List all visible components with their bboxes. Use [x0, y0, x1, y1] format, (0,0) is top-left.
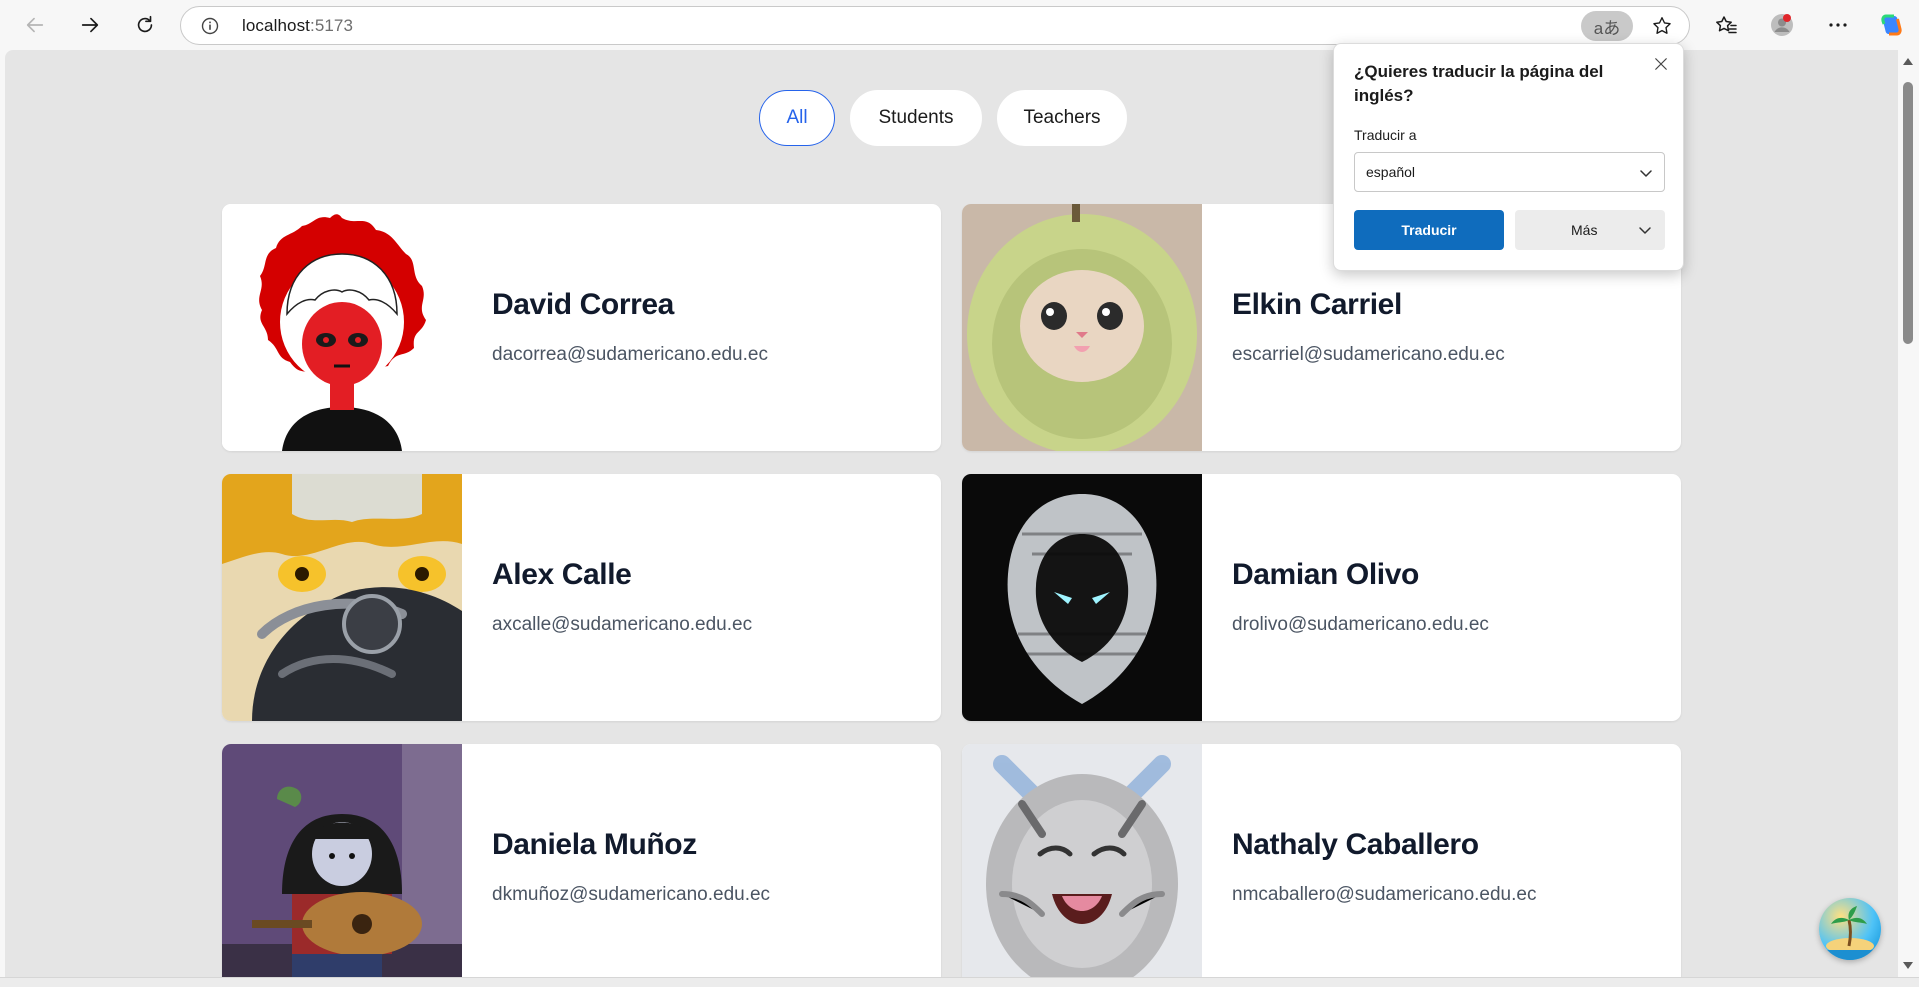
beach-island-icon [1819, 906, 1881, 960]
person-email: drolivo@sudamericano.edu.ec [1232, 614, 1489, 635]
person-name: Damian Olivo [1232, 558, 1419, 591]
person-name: Elkin Carriel [1232, 288, 1402, 321]
person-card[interactable]: Damian Olivo drolivo@sudamericano.edu.ec [962, 474, 1681, 721]
person-name: Nathaly Caballero [1232, 828, 1479, 861]
address-bar[interactable]: localhost:5173 aあ [180, 6, 1690, 45]
avatar-image [962, 204, 1202, 451]
translate-icon[interactable]: aあ [1581, 11, 1633, 41]
reload-button[interactable] [127, 8, 163, 42]
person-email: dacorrea@sudamericano.edu.ec [492, 344, 768, 365]
chevron-down-icon [1639, 227, 1651, 234]
filter-teachers-button[interactable]: Teachers [997, 90, 1127, 146]
person-card[interactable]: David Correa dacorrea@sudamericano.edu.e… [222, 204, 941, 451]
profile-avatar-icon[interactable] [1769, 12, 1795, 38]
person-email: escarriel@sudamericano.edu.ec [1232, 344, 1505, 365]
back-button[interactable] [17, 8, 53, 42]
profile-notification-dot [1783, 14, 1791, 22]
more-button-label: Más [1571, 222, 1598, 238]
close-icon [1655, 58, 1667, 70]
vertical-scrollbar[interactable] [1898, 50, 1919, 977]
reload-icon [137, 15, 153, 33]
language-select[interactable]: español [1354, 152, 1665, 192]
filter-group: All Students Teachers [759, 90, 1127, 146]
floating-assistant-button[interactable] [1819, 898, 1881, 960]
language-select-value: español [1366, 164, 1416, 180]
person-card[interactable]: Alex Calle axcalle@sudamericano.edu.ec [222, 474, 941, 721]
avatar-image [222, 474, 462, 721]
person-email: nmcaballero@sudamericano.edu.ec [1232, 884, 1537, 905]
close-button[interactable] [1649, 52, 1673, 76]
scrollbar-thumb[interactable] [1903, 82, 1913, 344]
forward-button[interactable] [72, 8, 108, 42]
person-card[interactable]: Daniela Muñoz dkmuñoz@sudamericano.edu.e… [222, 744, 941, 977]
person-email: axcalle@sudamericano.edu.ec [492, 614, 753, 635]
arrow-left-icon [26, 17, 44, 33]
person-email: dkmuñoz@sudamericano.edu.ec [492, 884, 771, 905]
avatar-image [962, 474, 1202, 721]
scroll-down-arrow-icon[interactable] [1903, 962, 1913, 969]
translate-popup: ¿Quieres traducir la página del inglés? … [1333, 43, 1684, 271]
copilot-icon[interactable] [1879, 12, 1905, 38]
avatar-image [222, 744, 462, 977]
more-button[interactable]: Más [1515, 210, 1665, 250]
person-name: Daniela Muñoz [492, 828, 697, 861]
arrow-right-icon [81, 17, 99, 33]
chevron-down-icon [1640, 170, 1652, 177]
avatar-image [962, 744, 1202, 977]
site-info-icon[interactable] [201, 17, 219, 35]
translate-button[interactable]: Traducir [1354, 210, 1504, 250]
translate-popup-title: ¿Quieres traducir la página del inglés? [1354, 62, 1604, 105]
avatar-image [222, 204, 462, 451]
favorite-star-icon[interactable] [1651, 15, 1673, 37]
person-name: Alex Calle [492, 558, 632, 591]
person-card[interactable]: Nathaly Caballero nmcaballero@sudamerica… [962, 744, 1681, 977]
more-options-icon[interactable] [1825, 12, 1851, 38]
translate-to-label: Traducir a [1354, 127, 1417, 143]
person-name: David Correa [492, 288, 674, 321]
taskbar-strip [0, 977, 1919, 987]
filter-all-button[interactable]: All [759, 90, 835, 146]
url-host: localhost [242, 16, 310, 35]
url-port: :5173 [310, 16, 354, 35]
favorites-icon[interactable] [1713, 12, 1739, 38]
filter-students-button[interactable]: Students [850, 90, 982, 146]
url-text[interactable]: localhost:5173 [242, 16, 353, 36]
scroll-up-arrow-icon[interactable] [1903, 58, 1913, 65]
